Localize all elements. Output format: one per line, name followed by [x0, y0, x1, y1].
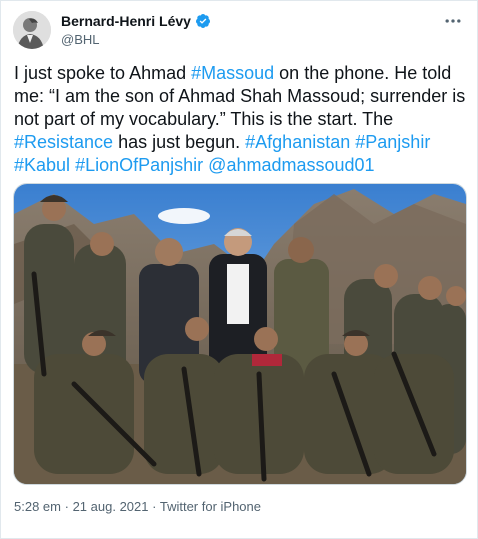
hashtag-link[interactable]: #LionOfPanjshir — [75, 155, 203, 175]
tweet-text-segment: I just spoke to Ahmad — [14, 63, 192, 83]
hashtag-link[interactable]: #Resistance — [14, 132, 113, 152]
author-names: Bernard-Henri Lévy @BHL — [61, 13, 211, 47]
meta-separator: · — [64, 499, 69, 514]
hashtag-link[interactable]: #Kabul — [14, 155, 70, 175]
tweet-timestamp[interactable]: 5:28 em · 21 aug. 2021 — [14, 499, 148, 514]
name-row: Bernard-Henri Lévy — [61, 13, 211, 29]
meta-separator-2: · — [152, 499, 157, 514]
photo-group-image — [14, 184, 466, 484]
tweet-text-segment: has just begun. — [113, 132, 246, 152]
tweet-source[interactable]: Twitter for iPhone — [160, 499, 261, 514]
hashtag-link[interactable]: #Afghanistan — [245, 132, 350, 152]
more-horizontal-icon[interactable] — [441, 11, 465, 31]
author-display-name[interactable]: Bernard-Henri Lévy — [61, 13, 191, 29]
author-handle[interactable]: @BHL — [61, 32, 211, 47]
verified-badge-icon — [195, 13, 211, 29]
hashtag-link[interactable]: #Massoud — [191, 63, 274, 83]
tweet-text: I just spoke to Ahmad #Massoud on the ph… — [14, 62, 469, 177]
tweet-card: Bernard-Henri Lévy @BHL I just spoke to … — [0, 0, 478, 539]
tweet-meta: 5:28 em · 21 aug. 2021 · Twitter for iPh… — [14, 499, 261, 514]
author-avatar[interactable] — [13, 11, 51, 49]
tweet-photo[interactable] — [13, 183, 467, 485]
hashtag-link[interactable]: #Panjshir — [355, 132, 430, 152]
avatar-image — [13, 11, 51, 49]
tweet-time: 5:28 em — [14, 499, 61, 514]
tweet-header: Bernard-Henri Lévy @BHL — [13, 11, 465, 51]
tweet-date: 21 aug. 2021 — [72, 499, 149, 514]
mention-link[interactable]: @ahmadmassoud01 — [208, 155, 374, 175]
